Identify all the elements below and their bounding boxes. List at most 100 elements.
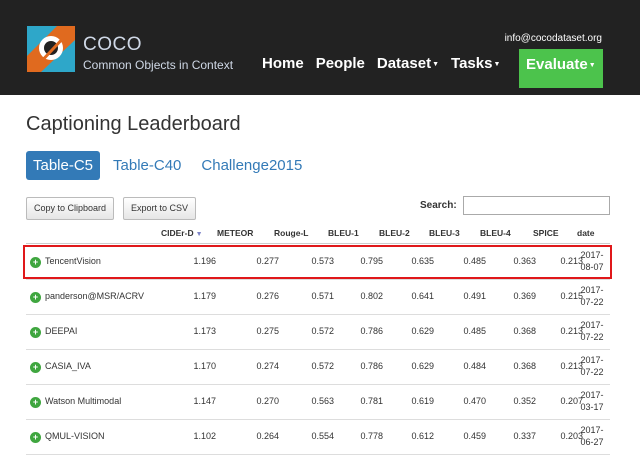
expand-plus-icon[interactable]: +	[30, 362, 41, 373]
score-cell: 0.270	[256, 396, 279, 406]
team-name: Watson Multimodal	[45, 396, 122, 406]
nav-home-label: Home	[262, 55, 304, 72]
score-cell: 0.786	[360, 361, 383, 371]
score-cell: 0.484	[463, 361, 486, 371]
nav-evaluate-label: Evaluate	[526, 56, 588, 73]
team-name: CASIA_IVA	[45, 361, 91, 371]
caret-down-icon: ▼	[588, 61, 596, 69]
score-cell: 0.571	[311, 291, 334, 301]
score-cell: 0.781	[360, 396, 383, 406]
score-cell: 0.459	[463, 431, 486, 441]
score-cell: 0.572	[311, 326, 334, 336]
score-cell: 0.563	[311, 396, 334, 406]
score-cell: 0.619	[411, 396, 434, 406]
score-cell: 0.369	[513, 291, 536, 301]
date-year: 2017-	[580, 320, 604, 330]
date-year: 2017-	[580, 390, 604, 400]
score-cell: 0.629	[411, 361, 434, 371]
score-cell: 0.641	[411, 291, 434, 301]
score-cell: 0.554	[311, 431, 334, 441]
date-cell: 2017- 07-22	[577, 284, 607, 308]
sort-desc-icon: ▼	[195, 231, 203, 238]
team-name: panderson@MSR/ACRV	[45, 291, 145, 301]
score-cell: 1.102	[193, 431, 216, 441]
score-cell: 0.802	[360, 291, 383, 301]
table-row: + DEEPAI 1.173 0.275 0.572 0.786 0.629 0.485 0.3…	[26, 315, 610, 350]
date-year: 2017-	[580, 285, 604, 295]
nav-home[interactable]: Home	[262, 55, 304, 72]
score-cell: 0.470	[463, 396, 486, 406]
score-cell: 0.485	[463, 326, 486, 336]
score-cell: 0.275	[256, 326, 279, 336]
coco-logo-icon[interactable]	[27, 26, 75, 72]
table-row: + Watson Multimodal 1.147 0.270 0.563 0.781 0.…	[26, 385, 610, 420]
col-bleu-2[interactable]: BLEU-2	[379, 228, 410, 238]
col-date[interactable]: date	[577, 228, 594, 238]
tab-table-c5[interactable]: Table-C5	[26, 151, 101, 180]
date-cell: 2017- 03-17	[577, 389, 607, 413]
score-cell: 0.778	[360, 431, 383, 441]
brand-name[interactable]: COCO	[83, 34, 142, 56]
score-cell: 0.352	[513, 396, 536, 406]
col-spice[interactable]: SPICE	[533, 228, 559, 238]
expand-plus-icon[interactable]: +	[30, 432, 41, 443]
date-month-day: 07-22	[580, 297, 604, 307]
table-header: CIDEr-D ▼ METEOR Rouge-L BLEU-1 BLEU-2 BL…	[26, 222, 610, 244]
nav-people[interactable]: People	[316, 55, 365, 72]
brand-tagline: Common Objects in Context	[83, 58, 234, 72]
col-bleu-1[interactable]: BLEU-1	[328, 228, 359, 238]
caret-down-icon: ▼	[493, 60, 501, 68]
score-cell: 0.629	[411, 326, 434, 336]
nav-dataset-label: Dataset	[376, 55, 432, 72]
score-cell: 1.147	[193, 396, 216, 406]
tab-challenge2015[interactable]: Challenge2015	[194, 151, 309, 180]
nav-dataset[interactable]: Dataset▼	[377, 55, 439, 72]
search-label: Search:	[420, 200, 457, 211]
main-nav: Home People Dataset▼ Tasks▼	[262, 55, 512, 72]
col-meteor[interactable]: METEOR	[217, 228, 253, 238]
export-csv-button[interactable]: Export to CSV	[123, 197, 197, 220]
col-bleu-3[interactable]: BLEU-3	[429, 228, 460, 238]
score-cell: 0.572	[311, 361, 334, 371]
date-year: 2017-	[580, 355, 604, 365]
top-navbar: COCO Common Objects in Context info@coco…	[0, 0, 640, 95]
tab-table-c40[interactable]: Table-C40	[106, 151, 188, 180]
date-cell: 2017- 06-27	[577, 424, 607, 448]
col-cider-d-label: CIDEr-D	[161, 228, 194, 238]
col-rouge-l[interactable]: Rouge-L	[274, 228, 308, 238]
nav-tasks-label: Tasks	[451, 55, 493, 72]
date-month-day: 07-22	[580, 367, 604, 377]
nav-people-label: People	[315, 55, 365, 72]
date-cell: 2017- 07-22	[577, 354, 607, 378]
expand-plus-icon[interactable]: +	[30, 292, 41, 303]
table-row: + QMUL-VISION 1.102 0.264 0.554 0.778 0.612 0.4…	[26, 420, 610, 455]
date-month-day: 07-22	[580, 332, 604, 342]
score-cell: 0.612	[411, 431, 434, 441]
contact-email-link[interactable]: info@cocodataset.org	[505, 33, 602, 44]
nav-evaluate[interactable]: Evaluate▼	[519, 49, 603, 88]
score-cell: 1.173	[193, 326, 216, 336]
date-month-day: 03-17	[580, 402, 604, 412]
col-bleu-4[interactable]: BLEU-4	[480, 228, 511, 238]
date-cell: 2017- 07-22	[577, 319, 607, 343]
highlight-box	[23, 245, 612, 279]
date-year: 2017-	[580, 425, 604, 435]
caret-down-icon: ▼	[432, 60, 440, 68]
score-cell: 0.276	[256, 291, 279, 301]
col-cider-d[interactable]: CIDEr-D ▼	[161, 228, 203, 238]
copy-to-clipboard-button[interactable]: Copy to Clipboard	[26, 197, 115, 220]
score-cell: 0.264	[256, 431, 279, 441]
score-cell: 0.368	[513, 361, 536, 371]
search-input[interactable]	[463, 196, 610, 215]
score-cell: 0.368	[513, 326, 536, 336]
nav-tasks[interactable]: Tasks▼	[451, 55, 500, 72]
expand-plus-icon[interactable]: +	[30, 327, 41, 338]
score-cell: 1.170	[193, 361, 216, 371]
score-cell: 0.786	[360, 326, 383, 336]
table-row: + CASIA_IVA 1.170 0.274 0.572 0.786 0.629 0.484…	[26, 350, 610, 385]
score-cell: 0.491	[463, 291, 486, 301]
score-cell: 1.179	[193, 291, 216, 301]
team-name: DEEPAI	[45, 326, 78, 336]
score-cell: 0.274	[256, 361, 279, 371]
expand-plus-icon[interactable]: +	[30, 397, 41, 408]
